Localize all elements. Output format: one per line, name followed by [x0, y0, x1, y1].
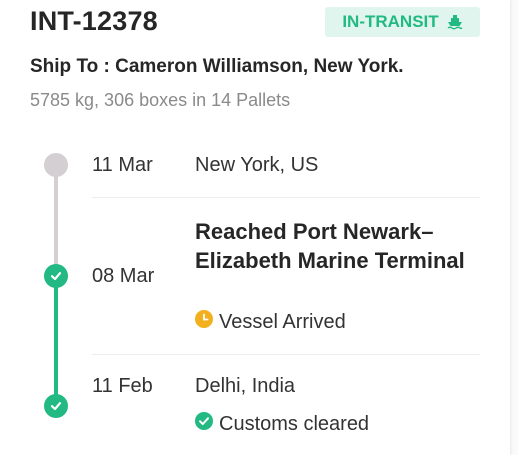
timeline-event-status: Customs cleared	[195, 412, 369, 436]
ship-icon	[447, 14, 463, 30]
divider	[92, 197, 480, 198]
timeline-check-icon	[44, 394, 68, 418]
timeline-event-title: Reached Port Newark–Elizabeth Marine Ter…	[195, 219, 465, 273]
clock-icon	[195, 310, 213, 334]
shipment-summary: 5785 kg, 306 boxes in 14 Pallets	[30, 90, 291, 110]
timeline-event-status: Vessel Arrived	[195, 310, 346, 334]
timeline-status-label: Customs cleared	[219, 412, 370, 435]
timeline-line-pending	[54, 170, 58, 272]
timeline-status-label: Vessel Arrived	[219, 310, 346, 333]
shipment-id: INT-12378	[30, 6, 158, 36]
timeline-check-icon	[44, 264, 68, 288]
status-label: IN-TRANSIT	[342, 12, 439, 31]
check-circle-icon	[195, 412, 213, 436]
timeline-date: 11 Mar	[92, 154, 153, 176]
timeline-date: 11 Feb	[92, 375, 153, 397]
timeline-line-complete	[54, 276, 58, 406]
status-badge: IN-TRANSIT	[325, 7, 480, 37]
divider	[92, 354, 480, 355]
ship-to-address: Ship To : Cameron Williamson, New York.	[30, 56, 404, 77]
timeline-location: Delhi, India	[195, 375, 296, 397]
timeline-dot-pending	[44, 153, 68, 177]
timeline-date: 08 Mar	[92, 265, 155, 287]
shipment-card[interactable]: INT-12378 IN-TRANSIT Ship To : Cameron W…	[0, 0, 510, 455]
timeline-location: New York, US	[195, 154, 319, 176]
